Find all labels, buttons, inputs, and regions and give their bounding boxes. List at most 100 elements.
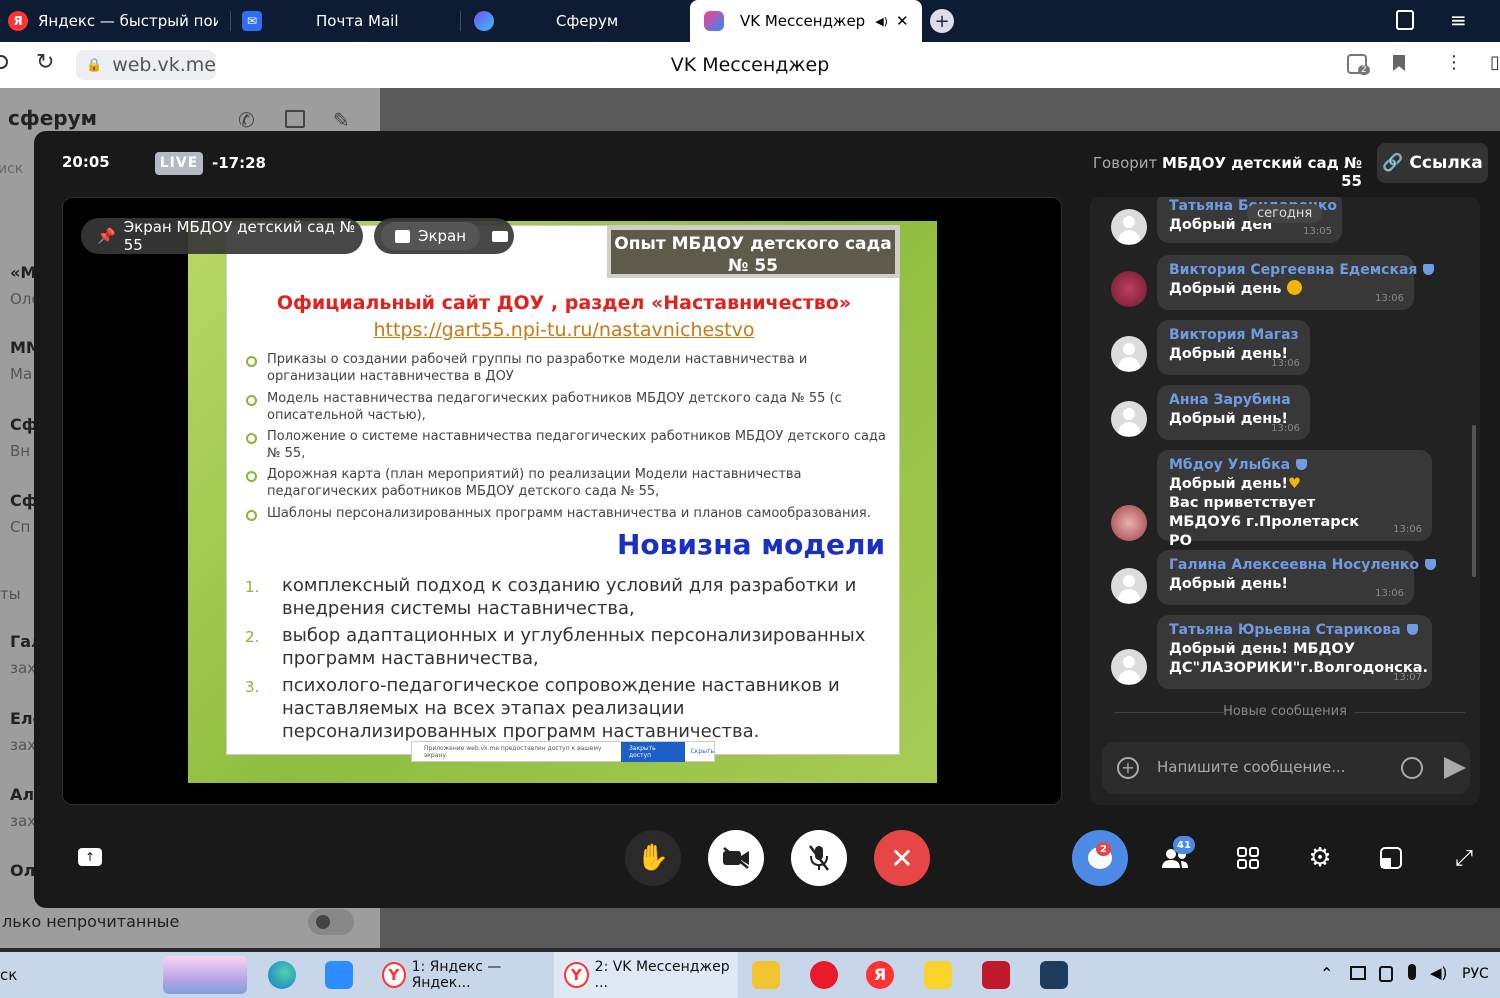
- attach-icon[interactable]: +: [1117, 757, 1139, 779]
- chat-scrollbar[interactable]: [1472, 425, 1476, 577]
- microphone-toggle-button[interactable]: [791, 830, 847, 886]
- collections-icon[interactable]: [1396, 10, 1414, 30]
- sender-name[interactable]: Виктория Магаз: [1169, 327, 1299, 343]
- menu-icon[interactable]: ≡: [1450, 8, 1467, 32]
- sender-name-row: Галина Алексеевна Носуленко: [1169, 557, 1436, 573]
- hide-notice-link[interactable]: Скрыть: [691, 748, 714, 755]
- volume-icon[interactable]: ◀): [1430, 964, 1447, 982]
- slide-title: Официальный сайт ДОУ , раздел «Наставнич…: [276, 292, 852, 314]
- sferum-icon: [474, 11, 494, 31]
- network-icon[interactable]: [1350, 966, 1366, 980]
- chat-row-sub: Вн: [10, 442, 31, 460]
- section-label: ты: [0, 585, 21, 603]
- sender-name[interactable]: Галина Алексеевна Носуленко: [1169, 557, 1419, 573]
- slide-url-link[interactable]: https://gart55.npi-tu.ru/nastavnichestvo: [227, 319, 901, 341]
- panel-icon[interactable]: ▯: [1490, 52, 1500, 73]
- message-bubble: Галина Алексеевна Носуленко Добрый день!…: [1157, 550, 1436, 605]
- date-separator: сегодня: [1247, 204, 1323, 223]
- screen-share-notice: Приложение web.vk.me предоставлен доступ…: [411, 741, 715, 762]
- message-bubble: Виктория Сергеевна Едемская Добрый день …: [1157, 255, 1435, 310]
- close-icon: ✕: [890, 841, 914, 875]
- page-title: VK Мессенджер: [670, 54, 830, 76]
- share-screen-icon[interactable]: ↑: [78, 848, 102, 866]
- more-icon[interactable]: ⋮: [1445, 52, 1463, 73]
- close-tab-icon[interactable]: ✕: [896, 12, 909, 30]
- file-explorer-icon[interactable]: [752, 961, 780, 989]
- sender-name[interactable]: Мбдоу Улыбка: [1169, 457, 1290, 473]
- back-icon[interactable]: [0, 55, 8, 69]
- yandex-music-icon[interactable]: [924, 961, 952, 989]
- message-time: 13:06: [1271, 423, 1300, 434]
- security-shield-icon[interactable]: [1040, 961, 1068, 989]
- url-field[interactable]: 🔒 web.vk.me: [76, 50, 216, 80]
- screen-owner-pill[interactable]: 📌 Экран МБДОУ детский сад № 55: [81, 218, 363, 254]
- message-time: 13:06: [1375, 588, 1404, 599]
- sender-name-row: Виктория Сергеевна Едемская: [1169, 262, 1435, 278]
- camera-view-icon[interactable]: [492, 230, 509, 242]
- bookmark-icon[interactable]: [1393, 55, 1405, 71]
- send-icon[interactable]: [1444, 757, 1466, 779]
- fullscreen-button[interactable]: ⤢: [1444, 838, 1484, 878]
- new-messages-divider: Новые сообщения: [1090, 704, 1480, 719]
- sender-name[interactable]: Виктория Сергеевна Едемская: [1169, 262, 1417, 278]
- message-text: Добрый день!: [1169, 476, 1289, 492]
- reload-icon[interactable]: ↻: [36, 50, 54, 75]
- compose-icon[interactable]: ✎: [333, 108, 350, 132]
- microphone-tray-icon[interactable]: [1408, 964, 1416, 980]
- zoom-icon[interactable]: [325, 961, 353, 989]
- opera-icon[interactable]: [810, 961, 838, 989]
- message-input[interactable]: Напишите сообщение...: [1157, 758, 1346, 776]
- call-link-button[interactable]: 🔗 Ссылка: [1377, 143, 1488, 183]
- tray-chevron-icon[interactable]: ⌃: [1320, 964, 1333, 983]
- layout-button[interactable]: [1371, 838, 1411, 878]
- raise-hand-button[interactable]: ✋: [625, 830, 681, 886]
- taskbar-window-vk[interactable]: Y 2: VK Мессенджер ...: [554, 952, 738, 998]
- emoji-icon: [1286, 280, 1302, 295]
- settings-button[interactable]: ⚙: [1300, 838, 1340, 878]
- yandex-app-icon[interactable]: Я: [866, 961, 894, 989]
- new-tab-button[interactable]: +: [930, 9, 954, 33]
- yandex-browser-icon: Y: [564, 962, 589, 988]
- participants-button[interactable]: 41: [1155, 836, 1195, 878]
- screen-icon: [395, 229, 410, 243]
- message-text-row: Добрый день: [1169, 280, 1402, 299]
- stop-sharing-button[interactable]: Закрыть доступ: [620, 741, 685, 762]
- message-bubble: Виктория Магаз Добрый день! 13:06: [1157, 320, 1310, 375]
- end-call-button[interactable]: ✕: [874, 830, 930, 886]
- chat-toggle-button[interactable]: 2: [1072, 830, 1128, 886]
- tab-mail[interactable]: ✉ Почта Mail: [242, 0, 452, 42]
- device-icon[interactable]: [1379, 966, 1393, 982]
- screen-toggle-button[interactable]: Экран: [381, 222, 481, 250]
- slide-bullet: Шаблоны персонализированных программ нас…: [246, 505, 897, 522]
- sender-name[interactable]: Татьяна Юрьевна Старикова: [1169, 622, 1401, 638]
- taskbar-search-highlight-image[interactable]: [163, 956, 247, 994]
- message-time: 13:05: [1303, 226, 1332, 237]
- message-text: Добрый день! МБДОУ ДС"ЛАЗОРИКИ"г.Волгодо…: [1169, 641, 1428, 676]
- browser-tab-bar: Я Яндекс — быстрый поиск ✉ Почта Mail Сф…: [0, 0, 1500, 42]
- call-icon[interactable]: ✆: [238, 108, 255, 132]
- archive-icon[interactable]: [285, 110, 305, 128]
- message-time: 13:06: [1393, 524, 1422, 535]
- sender-name-row: Татьяна Юрьевна Старикова: [1169, 622, 1420, 638]
- sender-name[interactable]: Анна Зарубина: [1169, 392, 1298, 408]
- language-indicator[interactable]: РУС: [1462, 966, 1489, 982]
- tab-sferum[interactable]: Сферум: [474, 0, 684, 42]
- message-composer: + Напишите сообщение...: [1102, 742, 1470, 794]
- taskbar-window-yandex[interactable]: Y 1: Яндекс — Яндек...: [372, 952, 548, 998]
- speaker-icon[interactable]: ◀): [875, 15, 888, 28]
- taskbar-search[interactable]: ск: [0, 966, 17, 984]
- presentation-slide: Опыт МБДОУ детского сада № 55 Официальны…: [188, 221, 937, 783]
- windows-taskbar: ск Y 1: Яндекс — Яндек... Y 2: VK Мессен…: [0, 952, 1500, 998]
- screen-share-stage: Опыт МБДОУ детского сада № 55 Официальны…: [62, 197, 1062, 805]
- grid-view-button[interactable]: [1228, 838, 1268, 878]
- tab-yandex[interactable]: Я Яндекс — быстрый поиск: [8, 0, 228, 42]
- chat-row-sub: Ма: [10, 365, 33, 383]
- avatar: [1111, 209, 1147, 245]
- tab-vk-messenger[interactable]: VK Мессенджер ◀) ✕: [690, 0, 922, 42]
- edge-icon[interactable]: [268, 961, 296, 989]
- unread-only-toggle[interactable]: [308, 909, 354, 935]
- recorder-icon[interactable]: [982, 961, 1010, 989]
- camera-toggle-button[interactable]: [708, 830, 764, 886]
- emoji-picker-icon[interactable]: [1401, 757, 1423, 779]
- extensions-icon[interactable]: 2: [1347, 54, 1370, 75]
